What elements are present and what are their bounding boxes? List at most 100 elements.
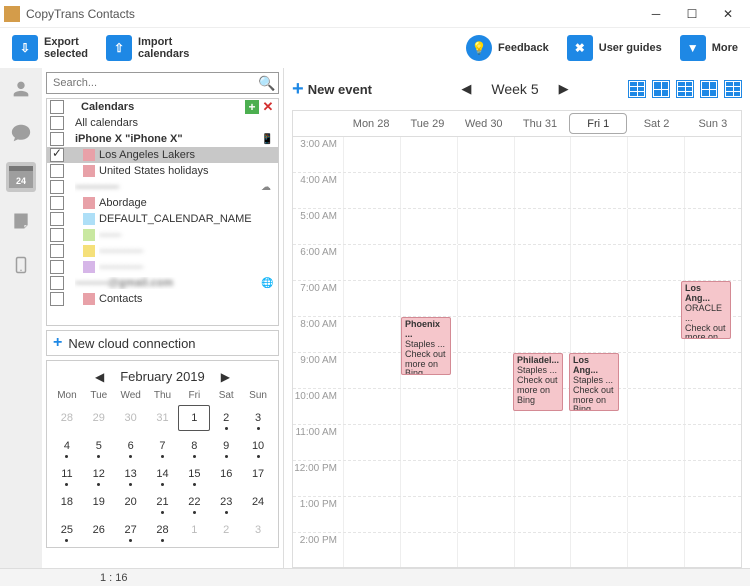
- mini-day[interactable]: 29: [83, 405, 115, 431]
- mini-day[interactable]: 2: [210, 405, 242, 431]
- mini-day[interactable]: 24: [242, 489, 274, 515]
- maximize-button[interactable]: ☐: [674, 2, 710, 26]
- grid-cell[interactable]: [343, 209, 400, 244]
- calendar-checkbox[interactable]: [50, 292, 64, 306]
- calendar-checkbox[interactable]: [50, 276, 64, 290]
- mini-day[interactable]: 3: [242, 517, 274, 543]
- grid-cell[interactable]: [343, 173, 400, 208]
- day-header[interactable]: Sun 3: [685, 111, 741, 136]
- grid-cell[interactable]: [570, 317, 627, 352]
- grid-cell[interactable]: [457, 173, 514, 208]
- grid-cell[interactable]: [627, 173, 684, 208]
- mini-day[interactable]: 4: [51, 433, 83, 459]
- export-selected-button[interactable]: ⇩ Exportselected: [8, 33, 92, 63]
- grid-cell[interactable]: [570, 281, 627, 316]
- mini-day[interactable]: 1: [178, 405, 210, 431]
- mini-day[interactable]: 6: [115, 433, 147, 459]
- calendar-checkbox[interactable]: [50, 180, 64, 194]
- grid-cell[interactable]: [343, 353, 400, 388]
- mini-prev-month[interactable]: ◀: [89, 370, 110, 384]
- calendar-checkbox[interactable]: [50, 196, 64, 210]
- grid-cell[interactable]: [514, 137, 571, 172]
- grid-cell[interactable]: [343, 461, 400, 496]
- grid-cell[interactable]: [514, 317, 571, 352]
- add-calendar-icon[interactable]: +: [245, 100, 259, 114]
- day-header[interactable]: Wed 30: [456, 111, 512, 136]
- grid-cell[interactable]: [627, 533, 684, 567]
- day-header[interactable]: Tue 29: [399, 111, 455, 136]
- mini-day[interactable]: 2: [210, 517, 242, 543]
- grid-cell[interactable]: [343, 245, 400, 280]
- search-input[interactable]: [47, 73, 256, 93]
- grid-cell[interactable]: [570, 461, 627, 496]
- grid-cell[interactable]: [684, 533, 741, 567]
- calendar-row[interactable]: ————☁: [47, 179, 278, 195]
- mini-day[interactable]: 5: [83, 433, 115, 459]
- calendar-event[interactable]: Los Ang...Staples ...Check out more on B…: [569, 353, 619, 411]
- calendar-checkbox[interactable]: [50, 132, 64, 146]
- mini-day[interactable]: 23: [210, 489, 242, 515]
- rail-contacts[interactable]: [6, 74, 36, 104]
- grid-cell[interactable]: [400, 533, 457, 567]
- day-header[interactable]: Mon 28: [343, 111, 399, 136]
- mini-day[interactable]: 22: [178, 489, 210, 515]
- grid-cell[interactable]: [457, 461, 514, 496]
- calendar-row[interactable]: United States holidays: [47, 163, 278, 179]
- calendar-row[interactable]: Contacts: [47, 291, 278, 307]
- mini-day[interactable]: 21: [147, 489, 179, 515]
- grid-cell[interactable]: [343, 533, 400, 567]
- grid-cell[interactable]: [627, 461, 684, 496]
- grid-cell[interactable]: [684, 425, 741, 460]
- grid-cell[interactable]: [343, 497, 400, 532]
- grid-cell[interactable]: [514, 533, 571, 567]
- grid-cell[interactable]: [343, 317, 400, 352]
- mini-day[interactable]: 28: [147, 517, 179, 543]
- calendar-row[interactable]: Los Angeles Lakers: [47, 147, 278, 163]
- grid-cell[interactable]: [457, 497, 514, 532]
- mini-day[interactable]: 28: [51, 405, 83, 431]
- mini-day[interactable]: 1: [178, 517, 210, 543]
- mini-day[interactable]: 15: [178, 461, 210, 487]
- mini-day[interactable]: 19: [83, 489, 115, 515]
- import-calendars-button[interactable]: ⇧ Importcalendars: [102, 33, 193, 63]
- calendar-row[interactable]: iPhone X "iPhone X"📱: [47, 131, 278, 147]
- more-button[interactable]: ▼ More: [676, 33, 742, 63]
- grid-cell[interactable]: [684, 353, 741, 388]
- grid-cell[interactable]: [400, 245, 457, 280]
- view-btn-4[interactable]: [700, 80, 718, 98]
- calendar-checkbox[interactable]: [50, 116, 64, 130]
- grid-cell[interactable]: [570, 497, 627, 532]
- grid-cell[interactable]: [343, 389, 400, 424]
- mini-next-month[interactable]: ▶: [215, 370, 236, 384]
- grid-cell[interactable]: [400, 281, 457, 316]
- grid-cell[interactable]: [343, 281, 400, 316]
- grid-cell[interactable]: [684, 389, 741, 424]
- prev-week-button[interactable]: ◀: [461, 81, 471, 97]
- grid-scroll[interactable]: 3:00 AM4:00 AM5:00 AM6:00 AM7:00 AM8:00 …: [293, 137, 741, 567]
- new-event-button[interactable]: + New event: [292, 78, 372, 101]
- search-box[interactable]: 🔍: [46, 72, 279, 94]
- mini-day[interactable]: 13: [115, 461, 147, 487]
- grid-cell[interactable]: [684, 137, 741, 172]
- mini-day[interactable]: 16: [210, 461, 242, 487]
- grid-cell[interactable]: [457, 137, 514, 172]
- rail-device[interactable]: [6, 250, 36, 280]
- search-icon[interactable]: 🔍: [256, 73, 278, 93]
- grid-cell[interactable]: [570, 137, 627, 172]
- calendar-checkbox[interactable]: [50, 148, 64, 162]
- new-cloud-connection-button[interactable]: + New cloud connection: [46, 330, 279, 356]
- grid-cell[interactable]: [514, 281, 571, 316]
- grid-cell[interactable]: [627, 209, 684, 244]
- mini-day[interactable]: 9: [210, 433, 242, 459]
- rail-notes[interactable]: [6, 206, 36, 236]
- grid-cell[interactable]: [684, 497, 741, 532]
- mini-day[interactable]: 20: [115, 489, 147, 515]
- grid-cell[interactable]: [684, 461, 741, 496]
- calendar-event[interactable]: Philadel...Staples ...Check out more on …: [513, 353, 563, 411]
- mini-day[interactable]: 8: [178, 433, 210, 459]
- mini-day[interactable]: 27: [115, 517, 147, 543]
- grid-cell[interactable]: [514, 425, 571, 460]
- calendar-checkbox[interactable]: [50, 212, 64, 226]
- calendar-event[interactable]: Los Ang...ORACLE ...Check out more on Bi…: [681, 281, 731, 339]
- mini-day[interactable]: 25: [51, 517, 83, 543]
